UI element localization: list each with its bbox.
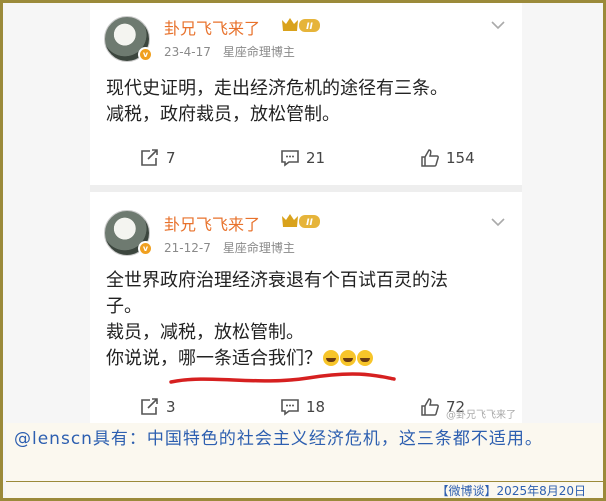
like-button[interactable]: 154 [420,149,475,167]
author-name[interactable]: 卦兄飞飞来了 [164,211,260,235]
caption-box: @lenscn具有：中国特色的社会主义经济危机，这三条都不适用。 [6,423,603,481]
post-date: 21-12-7 [164,241,211,255]
post-date: 23-4-17 [164,45,211,59]
thumbs-up-icon [421,398,439,416]
author-role: 星座命理博主 [222,241,295,255]
post-line: 子。 [106,296,142,317]
comment-count: 21 [306,149,326,167]
like-count: 154 [446,149,475,167]
crown-level-icon: II [282,214,320,228]
crown-level-icon: II [282,18,320,32]
laughing-emoji-icon [357,350,373,366]
action-bar: 3 18 72 [140,398,490,420]
post-meta: 21-12-7 星座命理博主 [164,239,307,256]
repost-count: 3 [166,398,176,416]
verified-badge-icon: v [138,241,153,256]
footer-source: 【微博谈】2025年8月20日 [6,481,603,498]
author-role: 星座命理博主 [222,45,295,59]
comment-button[interactable]: 21 [280,149,325,167]
repost-icon [141,398,158,415]
svg-text:II: II [306,218,313,228]
laughing-emoji-icon [323,350,339,366]
action-bar: 7 21 154 [140,149,490,171]
repost-button[interactable]: 3 [140,398,176,416]
comment-icon [281,399,299,416]
screenshot-frame: v 卦兄飞飞来了 II 23-4-17 星座命理博主 现代史证明，走出经济危机的途… [0,0,606,501]
post-content: 全世界政府治理经济衰退有个百试百灵的法 子。 裁员，减税，放松管制。 你说说，哪… [106,268,516,372]
post-line: 全世界政府治理经济衰退有个百试百灵的法 [106,270,448,291]
svg-text:II: II [306,22,313,32]
post-line: 减税，政府裁员，放松管制。 [106,104,340,125]
repost-button[interactable]: 7 [140,149,176,167]
laughing-emoji-icon [340,350,356,366]
weibo-post-2: v 卦兄飞飞来了 II 21-12-7 星座命理博主 全世界政府治理经济衰退有个百… [90,192,522,423]
verified-badge-icon: v [138,47,153,62]
thumbs-up-icon [421,149,439,167]
post-line-with-emoji: 你说说，哪一条适合我们？ [106,346,516,372]
post-separator [90,185,522,192]
watermark: @卦兄飞飞来了 [446,410,516,421]
author-name[interactable]: 卦兄飞飞来了 [164,15,260,39]
comment-count: 18 [306,398,326,416]
comment-button[interactable]: 18 [280,398,325,416]
post-line: 裁员，减税，放松管制。 [106,322,304,343]
red-underline-annotation [169,372,396,384]
chevron-down-icon[interactable] [490,15,506,34]
post-meta: 23-4-17 星座命理博主 [164,43,307,60]
post-line: 现代史证明，走出经济危机的途径有三条。 [106,78,448,99]
chevron-down-icon[interactable] [490,212,506,231]
weibo-post-1: v 卦兄飞飞来了 II 23-4-17 星座命理博主 现代史证明，走出经济危机的途… [90,3,522,185]
caption-text: @lenscn具有：中国特色的社会主义经济危机，这三条都不适用。 [14,429,543,449]
comment-icon [281,150,299,167]
repost-icon [141,149,158,166]
post-line: 你说说，哪一条适合我们？ [106,348,322,369]
post-content: 现代史证明，走出经济危机的途径有三条。 减税，政府裁员，放松管制。 [106,76,516,128]
repost-count: 7 [166,149,176,167]
